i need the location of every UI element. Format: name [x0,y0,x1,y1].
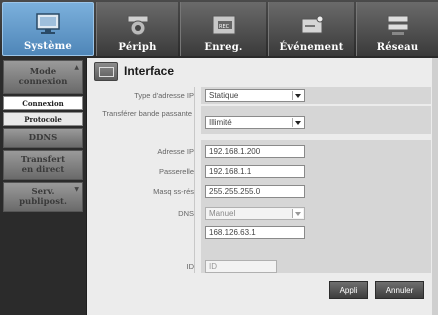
scrollbar[interactable] [432,58,438,315]
dns-mode-select[interactable]: Manuel [205,207,305,220]
network-icon [381,12,415,38]
sidebar-item-protocole[interactable]: Protocole [3,112,83,126]
id-label: ID [186,262,195,271]
record-icon: REC [207,12,241,38]
tab-label: Système [24,41,72,52]
tab-label: Réseau [376,42,419,53]
ip-label: Adresse IP [157,147,194,156]
monitor-icon [31,11,65,37]
tab-label: Périph [118,42,157,53]
chevron-down-icon [292,91,303,100]
tab-reseau[interactable]: Réseau [356,2,438,56]
sidebar-item-mode-connexion[interactable]: Mode connexion ▲ [3,60,83,94]
ip-type-select[interactable]: Statique [205,89,305,102]
sidebar-item-label: Transfert en direct [20,155,66,175]
ip-input[interactable]: 192.168.1.200 [205,145,305,158]
chevron-down-icon [292,209,303,218]
sidebar-item-label: Mode connexion [18,67,68,87]
sidebar: Mode connexion ▲ Connexion Protocole DDN… [0,58,86,315]
gateway-label: Passerelle [158,167,194,176]
gateway-input[interactable]: 192.168.1.1 [205,165,305,178]
ip-type-label: Type d'adresse IP [134,91,194,100]
bandwidth-select[interactable]: Illimité [205,116,305,129]
id-input[interactable]: ID [205,260,277,273]
bandwidth-value: Illimité [209,118,232,127]
mask-input[interactable]: 255.255.255.0 [205,185,305,198]
cancel-button[interactable]: Annuler [375,281,424,299]
tab-evenement[interactable]: Événement [268,2,354,56]
apply-button[interactable]: Appli [329,281,368,299]
sidebar-item-label: Serv. publipost. [19,187,67,207]
sidebar-item-ddns[interactable]: DDNS [3,128,83,148]
sidebar-item-label: Connexion [22,98,64,108]
dns-label: DNS [178,209,194,218]
interface-panel: Interface Type d'adresse IP Statique Tra… [87,58,432,315]
interface-icon [94,62,118,81]
sidebar-item-label: Protocole [24,114,62,124]
chevron-up-icon: ▲ [74,64,79,71]
chevron-down-icon [292,118,303,127]
tab-enreg[interactable]: REC Enreg. [180,2,266,56]
camera-icon [121,12,155,38]
ip-type-value: Statique [209,91,239,100]
tab-label: Enreg. [204,42,243,53]
dns-input[interactable]: 168.126.63.1 [205,226,305,239]
row-network [201,140,431,263]
divider [194,87,195,273]
sidebar-item-label: DDNS [28,133,58,143]
chevron-down-icon: ▼ [74,186,79,193]
sidebar-item-connexion[interactable]: Connexion [3,96,83,110]
tab-systeme[interactable]: Système [2,2,94,56]
tab-periph[interactable]: Périph [96,2,178,56]
mask-label: Masq ss-rés [153,187,194,196]
top-nav: Système Périph REC Enreg. Événement Rése… [0,0,438,58]
svg-text:REC: REC [219,24,230,30]
bandwidth-label: Transférer bande passante [102,109,192,118]
sidebar-item-transfert-direct[interactable]: Transfert en direct [3,150,83,180]
page-title: Interface [124,64,175,78]
tab-label: Événement [279,42,344,53]
event-icon [295,12,329,38]
dns-mode-value: Manuel [209,209,236,218]
sidebar-item-serv-publipost[interactable]: Serv. publipost. ▼ [3,182,83,212]
